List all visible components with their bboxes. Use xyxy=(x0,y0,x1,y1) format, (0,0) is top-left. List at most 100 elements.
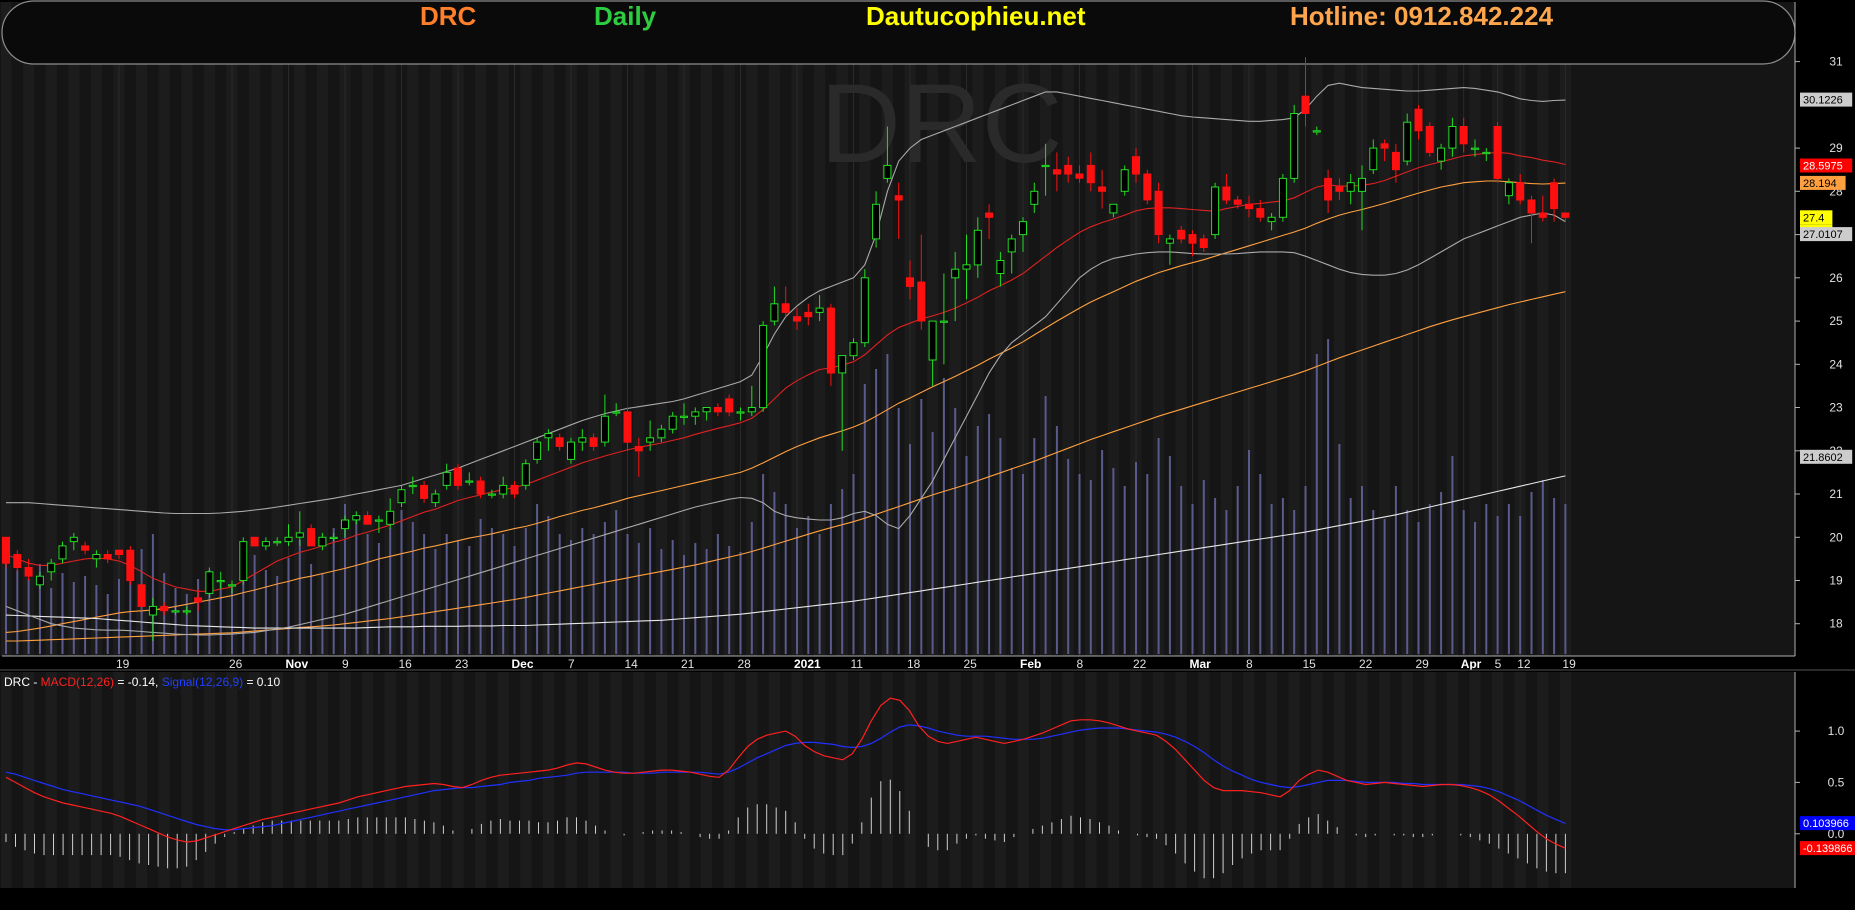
column-band xyxy=(339,672,351,888)
volume-bar xyxy=(231,588,233,654)
candle-body xyxy=(295,532,304,538)
volume-bar xyxy=(298,540,301,654)
volume-bar xyxy=(570,540,572,654)
candle-body xyxy=(1233,199,1242,205)
column-band xyxy=(271,672,283,888)
volume-bar xyxy=(61,573,64,654)
column-band xyxy=(1062,672,1074,888)
price-tag-label: 28.194 xyxy=(1803,178,1837,190)
volume-bar xyxy=(1451,456,1454,654)
candle-body xyxy=(1278,177,1287,218)
candle-body xyxy=(487,493,496,496)
candle-body xyxy=(1030,190,1039,205)
volume-bar xyxy=(705,549,708,654)
column-band xyxy=(1401,672,1413,888)
candle-body xyxy=(1245,203,1253,210)
volume-bar xyxy=(27,579,30,654)
price-tag-label: 27.0107 xyxy=(1803,229,1843,241)
volume-bar xyxy=(1044,396,1047,654)
volume-bar xyxy=(276,576,279,654)
candle-body xyxy=(374,519,383,522)
volume-bar xyxy=(50,588,53,654)
volume-bar xyxy=(671,540,674,654)
volume-bar xyxy=(592,534,595,654)
column-band xyxy=(565,672,577,888)
candle-body xyxy=(352,515,361,521)
volume-bar xyxy=(1564,504,1567,654)
date-label: 19 xyxy=(116,657,130,671)
date-label: Nov xyxy=(286,657,309,671)
date-label: Feb xyxy=(1020,657,1041,671)
candle-body xyxy=(307,528,316,547)
date-label: 18 xyxy=(907,657,921,671)
volume-bar xyxy=(965,456,968,654)
candle-body xyxy=(442,471,451,486)
volume-bar xyxy=(1168,456,1171,654)
volume-bar xyxy=(1485,504,1488,654)
candle-body xyxy=(1301,95,1310,114)
volume-bar xyxy=(536,504,539,654)
volume-bar xyxy=(1372,510,1375,654)
candle-body xyxy=(1165,238,1174,244)
candle-body xyxy=(680,415,688,418)
candle-body xyxy=(1109,203,1118,214)
header-period: Daily xyxy=(594,1,657,31)
column-band xyxy=(1311,672,1323,888)
column-band xyxy=(68,2,80,656)
date-label: 19 xyxy=(1562,657,1576,671)
candle-body xyxy=(962,264,971,270)
candle-body xyxy=(1358,177,1366,192)
volume-bar xyxy=(468,546,471,654)
volume-bar xyxy=(1055,426,1058,654)
candle-body xyxy=(804,311,813,318)
candle-body xyxy=(476,480,485,495)
candle-body xyxy=(160,605,169,612)
candle-body xyxy=(533,441,542,460)
candle-body xyxy=(713,407,722,413)
column-band xyxy=(316,672,329,888)
volume-bar xyxy=(1338,444,1341,654)
macd-tick-label: 1.0 xyxy=(1828,724,1845,738)
date-label: Mar xyxy=(1190,657,1212,671)
candle-body xyxy=(69,536,78,543)
chart-canvas[interactable]: DRC DRC Daily Dautucophieu.net Hotline: … xyxy=(0,0,1855,910)
candle-body xyxy=(81,545,90,551)
column-band xyxy=(678,672,690,888)
candle-body xyxy=(1098,186,1107,192)
candle-body xyxy=(928,320,937,361)
column-band xyxy=(701,672,713,888)
candle-body xyxy=(1211,186,1220,236)
candle-body xyxy=(24,567,33,577)
macd-legend-signal: Signal(12,26,9) xyxy=(162,675,243,689)
candle-body xyxy=(126,549,135,582)
price-tag-label: 27.4 xyxy=(1803,212,1824,224)
candle-body xyxy=(1199,238,1208,248)
volume-bar xyxy=(863,384,866,654)
volume-bar xyxy=(1010,468,1013,654)
price-tick-label: 29 xyxy=(1829,141,1843,155)
candle-body xyxy=(781,303,790,313)
volume-bar xyxy=(423,534,426,654)
volume-bar xyxy=(5,558,7,654)
column-band xyxy=(113,672,125,888)
column-band xyxy=(68,672,80,888)
column-band xyxy=(1514,672,1526,888)
candle-body xyxy=(92,554,101,560)
candle-body xyxy=(1369,147,1378,171)
candle-body xyxy=(826,307,835,374)
volume-bar xyxy=(502,534,505,654)
volume-bar xyxy=(886,354,889,654)
price-tick-label: 18 xyxy=(1829,617,1843,631)
candle-body xyxy=(815,307,824,313)
volume-bar xyxy=(1327,339,1330,654)
volume-bar xyxy=(479,519,482,654)
volume-bar xyxy=(875,369,878,654)
column-band xyxy=(429,672,442,888)
column-band xyxy=(158,672,170,888)
candle-body xyxy=(612,411,621,414)
candle-body xyxy=(736,411,745,414)
candle-body xyxy=(894,195,903,201)
volume-bar xyxy=(1361,486,1363,654)
candle-body xyxy=(182,610,191,613)
candle-body xyxy=(951,268,960,279)
